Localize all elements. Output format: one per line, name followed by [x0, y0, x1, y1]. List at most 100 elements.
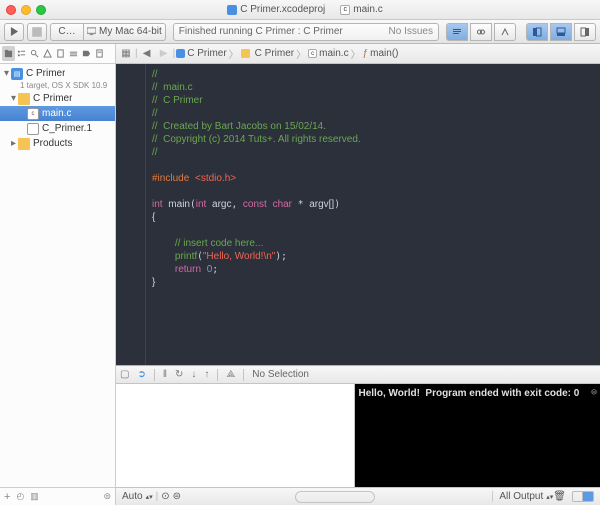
function-icon: ƒ: [363, 48, 369, 59]
version-editor-button[interactable]: [494, 23, 516, 41]
run-button[interactable]: [4, 23, 24, 41]
forward-button[interactable]: ▶: [156, 46, 172, 61]
code-editor[interactable]: // // main.c // C Primer // // Created b…: [116, 64, 600, 365]
c-file-icon: c: [340, 5, 350, 15]
tree-project-subtitle: 1 target, OS X SDK 10.9: [0, 81, 115, 91]
view-segmented[interactable]: [526, 23, 596, 41]
debug-area: ▢ ➲ ‖ ↻ ↓ ↑ ⟁ No Selection Hello, World!…: [116, 365, 600, 505]
tree-group-row[interactable]: ▸ Products: [0, 136, 115, 151]
tree-group-row[interactable]: ▾C Primer: [0, 91, 115, 106]
navigator-footer: + ◴ ▥ ⊜: [0, 487, 115, 505]
debug-navigator-tab[interactable]: [67, 46, 80, 61]
stop-button[interactable]: [27, 23, 47, 41]
back-button[interactable]: ◀: [139, 46, 155, 61]
continue-button[interactable]: ‖: [163, 369, 167, 380]
breadcrumb[interactable]: C Primer〉 C Primer〉 cmain.c〉 ƒmain(): [176, 46, 398, 61]
zoom-window-button[interactable]: [36, 5, 46, 15]
tree-file-label: main.c: [42, 108, 71, 119]
activity-status: No Issues: [389, 26, 433, 37]
debug-no-selection-label: No Selection: [252, 369, 309, 380]
navigator-panel: ▾▤C Primer 1 target, OS X SDK 10.9 ▾C Pr…: [0, 44, 116, 505]
minimize-window-button[interactable]: [21, 5, 31, 15]
toggle-debug-button[interactable]: [550, 23, 572, 41]
editor-mode-segmented[interactable]: [446, 23, 516, 41]
add-button[interactable]: +: [4, 491, 10, 503]
filter-recent-icon[interactable]: ◴: [16, 491, 24, 502]
scheme-target-label: C…: [58, 26, 75, 37]
tree-file-row[interactable]: C_Primer.1: [0, 121, 115, 136]
search-navigator-tab[interactable]: [28, 46, 41, 61]
xcode-project-icon: ▤: [11, 68, 23, 80]
symbol-navigator-tab[interactable]: [15, 46, 28, 61]
window-controls: [6, 5, 46, 15]
print-description-icon[interactable]: ⊜: [173, 491, 181, 502]
navigator-tabs: [0, 44, 115, 64]
toggle-navigator-button[interactable]: [526, 23, 548, 41]
test-navigator-tab[interactable]: [54, 46, 67, 61]
console-output[interactable]: Hello, World! Program ended with exit co…: [355, 384, 600, 487]
crumb-label: C Primer: [255, 48, 294, 59]
scheme-device-label: My Mac 64-bit: [99, 26, 162, 37]
scheme-selector[interactable]: C… My Mac 64-bit: [50, 23, 166, 41]
c-file-icon: c: [27, 108, 39, 120]
issue-navigator-tab[interactable]: [41, 46, 54, 61]
code-content[interactable]: // // main.c // C Primer // // Created b…: [146, 64, 600, 365]
crumb-label: C Primer: [187, 48, 226, 59]
variables-view[interactable]: [116, 384, 355, 487]
breakpoint-navigator-tab[interactable]: [80, 46, 93, 61]
tree-project-row[interactable]: ▾▤C Primer: [0, 66, 115, 81]
related-items-button[interactable]: ▦: [118, 46, 134, 61]
tree-group-label: Products: [33, 138, 72, 149]
console-line: Hello, World!: [359, 388, 420, 399]
console-filter-label[interactable]: All Output: [499, 491, 543, 502]
debug-pane-toggle[interactable]: [572, 491, 594, 502]
disclosure-triangle-icon[interactable]: ▾: [2, 69, 11, 78]
title-project: C Primer.xcodeproj: [227, 4, 325, 15]
file-icon: [27, 123, 39, 135]
assistant-editor-button[interactable]: [470, 23, 492, 41]
show-console-toggle[interactable]: [583, 491, 594, 502]
title-project-label: C Primer.xcodeproj: [240, 4, 325, 15]
trash-icon[interactable]: 🗑: [553, 491, 566, 502]
jump-bar: ▦ | ◀ ▶ | C Primer〉 C Primer〉 cmain.c〉 ƒ…: [116, 44, 600, 64]
project-tree[interactable]: ▾▤C Primer 1 target, OS X SDK 10.9 ▾C Pr…: [0, 64, 115, 487]
breakpoints-button[interactable]: ➲: [137, 369, 145, 380]
folder-icon: [18, 93, 30, 105]
title-file-label: main.c: [353, 4, 382, 15]
hide-debug-button[interactable]: ▢: [120, 369, 129, 380]
step-out-button[interactable]: ↑: [204, 369, 209, 380]
toggle-utilities-button[interactable]: [574, 23, 596, 41]
mac-icon: [87, 27, 96, 36]
debug-toolbar: ▢ ➲ ‖ ↻ ↓ ↑ ⟁ No Selection: [116, 366, 600, 384]
activity-viewer: Finished running C Primer : C Primer No …: [173, 23, 439, 41]
step-over-button[interactable]: ↻: [175, 369, 183, 380]
filter-scm-icon[interactable]: ▥: [30, 491, 39, 502]
crumb-label: main.c: [319, 48, 348, 59]
show-variables-toggle[interactable]: [572, 491, 583, 502]
variables-filter-label[interactable]: Auto: [122, 491, 143, 502]
step-into-button[interactable]: ↓: [191, 369, 196, 380]
window-titlebar: C Primer.xcodeproj c main.c: [0, 0, 600, 20]
log-navigator-tab[interactable]: [93, 46, 106, 61]
view-hierarchy-button[interactable]: ⟁: [226, 369, 235, 380]
debug-footer: Auto▴▾ | ⊙ ⊜ All Output▴▾ 🗑: [116, 487, 600, 505]
filter-icon[interactable]: ⊜: [103, 491, 111, 502]
folder-icon: [241, 49, 250, 58]
main-toolbar: C… My Mac 64-bit Finished running C Prim…: [0, 20, 600, 44]
folder-icon: [18, 138, 30, 150]
project-navigator-tab[interactable]: [2, 46, 15, 61]
quicklook-icon[interactable]: ⊙: [161, 491, 169, 502]
standard-editor-button[interactable]: [446, 23, 468, 41]
disclosure-triangle-icon[interactable]: ▾: [9, 94, 18, 103]
editor-gutter[interactable]: [116, 64, 146, 365]
console-line: Program ended with exit code: 0: [425, 388, 579, 399]
close-window-button[interactable]: [6, 5, 16, 15]
xcode-project-icon: [227, 5, 237, 15]
tree-file-row[interactable]: cmain.c: [0, 106, 115, 121]
clear-console-icon[interactable]: ⊜: [591, 387, 597, 399]
tree-project-label: C Primer: [26, 68, 65, 79]
variables-filter-field[interactable]: [295, 491, 375, 503]
disclosure-triangle-icon[interactable]: ▸: [9, 139, 18, 148]
xcode-project-icon: [176, 49, 185, 58]
activity-text: Finished running C Primer : C Primer: [179, 26, 343, 37]
